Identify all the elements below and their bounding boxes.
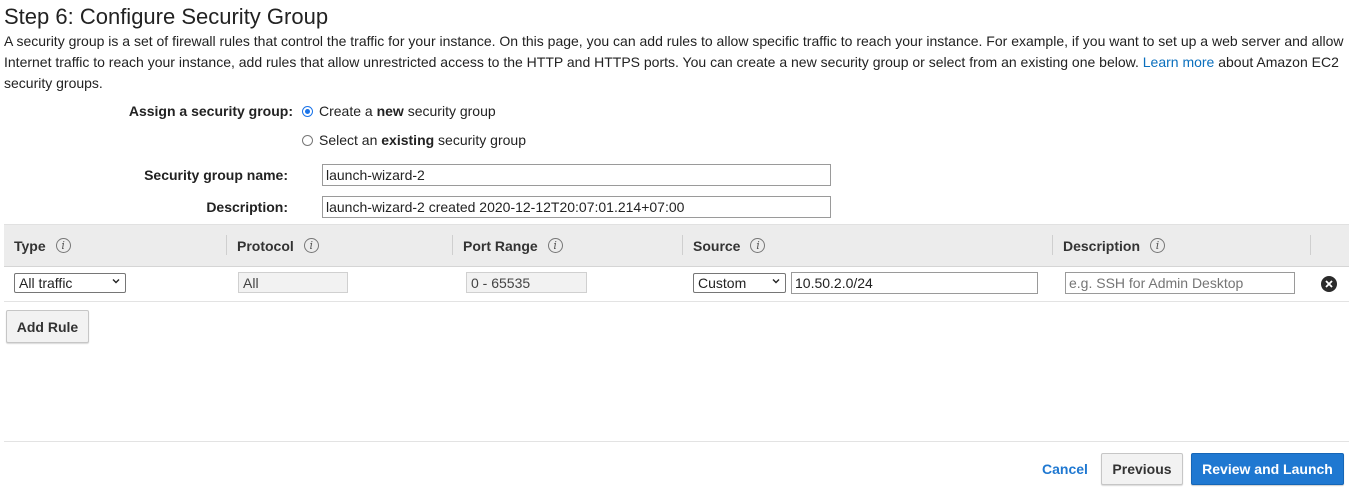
description-label: Description: [206,199,288,215]
port-range-field: 0 - 65535 [466,272,587,293]
intro-paragraph: A security group is a set of firewall ru… [4,31,1346,94]
radio-select-existing-label: Select an existing security group [319,132,526,148]
footer-divider [4,441,1349,442]
column-header-type: Type i [4,225,227,266]
add-rule-button[interactable]: Add Rule [6,310,89,343]
security-group-name-label: Security group name: [144,167,288,183]
info-icon[interactable]: i [55,238,71,253]
close-icon [1325,280,1333,288]
security-group-name-input[interactable] [322,164,831,186]
column-header-protocol: Protocol i [227,225,453,266]
type-select[interactable]: All traffic [14,273,126,293]
learn-more-link[interactable]: Learn more [1143,54,1215,70]
radio-button-unselected[interactable] [302,134,313,146]
info-icon[interactable]: i [547,238,563,253]
source-select-value: Custom [698,275,747,291]
radio-create-new-label: Create a new security group [319,103,496,119]
column-header-port-range: Port Range i [453,225,683,266]
page-title: Step 6: Configure Security Group [4,4,329,29]
radio-create-new[interactable]: Create a new security group [302,103,496,119]
previous-button[interactable]: Previous [1101,453,1183,485]
protocol-field: All [238,272,348,293]
column-header-description: Description i [1053,225,1311,266]
chevron-down-icon [772,279,780,284]
info-icon[interactable]: i [1150,238,1166,253]
assign-group-label: Assign a security group: [128,103,293,119]
cancel-button[interactable]: Cancel [1036,455,1094,483]
source-select[interactable]: Custom [693,273,786,293]
radio-button-selected[interactable] [302,105,313,117]
rules-table-header: Type i Protocol i Port Range i Source i Desc… [4,224,1349,267]
type-select-value: All traffic [19,275,73,291]
radio-select-existing[interactable]: Select an existing security group [302,132,526,148]
column-header-source: Source i [683,225,1053,266]
source-cidr-input[interactable] [791,272,1038,294]
review-and-launch-button[interactable]: Review and Launch [1191,453,1344,485]
description-input[interactable] [322,196,831,218]
info-icon[interactable]: i [750,238,766,253]
chevron-down-icon [112,279,120,284]
info-icon[interactable]: i [303,238,319,253]
remove-circle-icon[interactable] [1321,276,1337,292]
rule-description-input[interactable] [1065,272,1295,294]
